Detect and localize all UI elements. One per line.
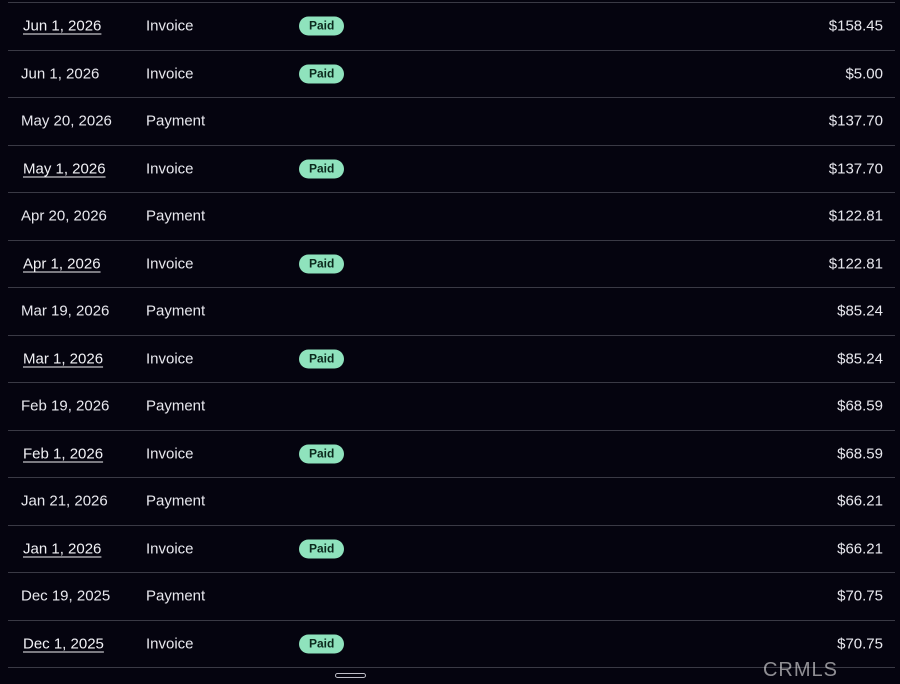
- transaction-type: Payment: [146, 587, 206, 605]
- status-badge: Paid: [299, 444, 345, 464]
- transaction-type: Invoice: [146, 65, 194, 83]
- table-row: Jun 1, 2026 Invoice Paid $158.45: [8, 3, 895, 51]
- transaction-type: Payment: [146, 112, 206, 130]
- table-row: Apr 1, 2026 Invoice Paid $122.81: [8, 241, 895, 288]
- invoice-date-link[interactable]: May 1, 2026: [23, 160, 106, 177]
- amount: $122.81: [828, 207, 883, 225]
- transaction-type: Payment: [146, 492, 206, 510]
- table-row: Apr 20, 2026 Payment $122.81: [8, 193, 895, 241]
- table-row: Mar 1, 2026 Invoice Paid $85.24: [8, 336, 895, 383]
- amount: $137.70: [828, 112, 883, 130]
- transaction-type: Invoice: [146, 160, 194, 178]
- invoice-date-link[interactable]: Dec 1, 2025: [23, 635, 104, 652]
- invoice-date-link[interactable]: Jun 1, 2026: [23, 18, 101, 35]
- watermark: CRMLS: [762, 659, 838, 681]
- table-row: Feb 1, 2026 Invoice Paid $68.59: [8, 431, 895, 478]
- amount: $70.75: [837, 635, 883, 653]
- status-badge: Paid: [299, 254, 345, 274]
- scroll-handle[interactable]: [335, 673, 366, 678]
- transaction-date: Mar 19, 2026: [21, 302, 110, 320]
- transaction-type: Invoice: [146, 350, 194, 368]
- amount: $70.75: [837, 587, 883, 605]
- amount: $66.21: [837, 540, 883, 558]
- amount: $5.00: [845, 65, 883, 83]
- transaction-date: Jun 1, 2026: [21, 65, 100, 83]
- amount: $122.81: [828, 255, 883, 273]
- billing-history-table: Jun 1, 2026 Invoice Paid $158.45 Jun 1, …: [8, 2, 895, 668]
- status-badge: Paid: [299, 16, 345, 36]
- transaction-date: Apr 20, 2026: [21, 207, 107, 225]
- transaction-date: Dec 19, 2025: [21, 587, 111, 605]
- table-row: May 1, 2026 Invoice Paid $137.70: [8, 146, 895, 193]
- invoice-date-link[interactable]: Feb 1, 2026: [23, 445, 103, 462]
- status-badge: Paid: [299, 539, 345, 559]
- transaction-date: Feb 19, 2026: [21, 397, 110, 415]
- amount: $85.24: [837, 302, 883, 320]
- transaction-type: Invoice: [146, 255, 194, 273]
- table-row: Dec 19, 2025 Payment $70.75: [8, 573, 895, 621]
- table-row: May 20, 2026 Payment $137.70: [8, 98, 895, 146]
- status-badge: Paid: [299, 634, 345, 654]
- transaction-type: Payment: [146, 207, 206, 225]
- table-row: Jan 21, 2026 Payment $66.21: [8, 478, 895, 526]
- amount: $137.70: [828, 160, 883, 178]
- amount: $68.59: [837, 445, 883, 463]
- table-row: Dec 1, 2025 Invoice Paid $70.75: [8, 621, 895, 668]
- transaction-type: Invoice: [146, 17, 194, 35]
- invoice-date-link[interactable]: Jan 1, 2026: [23, 540, 101, 557]
- status-badge: Paid: [299, 159, 345, 179]
- amount: $68.59: [837, 397, 883, 415]
- transaction-type: Invoice: [146, 635, 194, 653]
- transaction-type: Invoice: [146, 445, 194, 463]
- invoice-date-link[interactable]: Mar 1, 2026: [23, 350, 103, 367]
- transaction-type: Payment: [146, 302, 206, 320]
- status-badge: Paid: [299, 64, 345, 84]
- table-row: Mar 19, 2026 Payment $85.24: [8, 288, 895, 336]
- transaction-type: Invoice: [146, 540, 194, 558]
- amount: $158.45: [828, 17, 883, 35]
- table-row: Jan 1, 2026 Invoice Paid $66.21: [8, 526, 895, 573]
- transaction-type: Payment: [146, 397, 206, 415]
- table-row: Feb 19, 2026 Payment $68.59: [8, 383, 895, 431]
- table-row: Jun 1, 2026 Invoice Paid $5.00: [8, 51, 895, 98]
- transaction-date: Jan 21, 2026: [21, 492, 108, 510]
- amount: $66.21: [837, 492, 883, 510]
- invoice-date-link[interactable]: Apr 1, 2026: [23, 255, 101, 272]
- transaction-date: May 20, 2026: [21, 112, 112, 130]
- status-badge: Paid: [299, 349, 345, 369]
- amount: $85.24: [837, 350, 883, 368]
